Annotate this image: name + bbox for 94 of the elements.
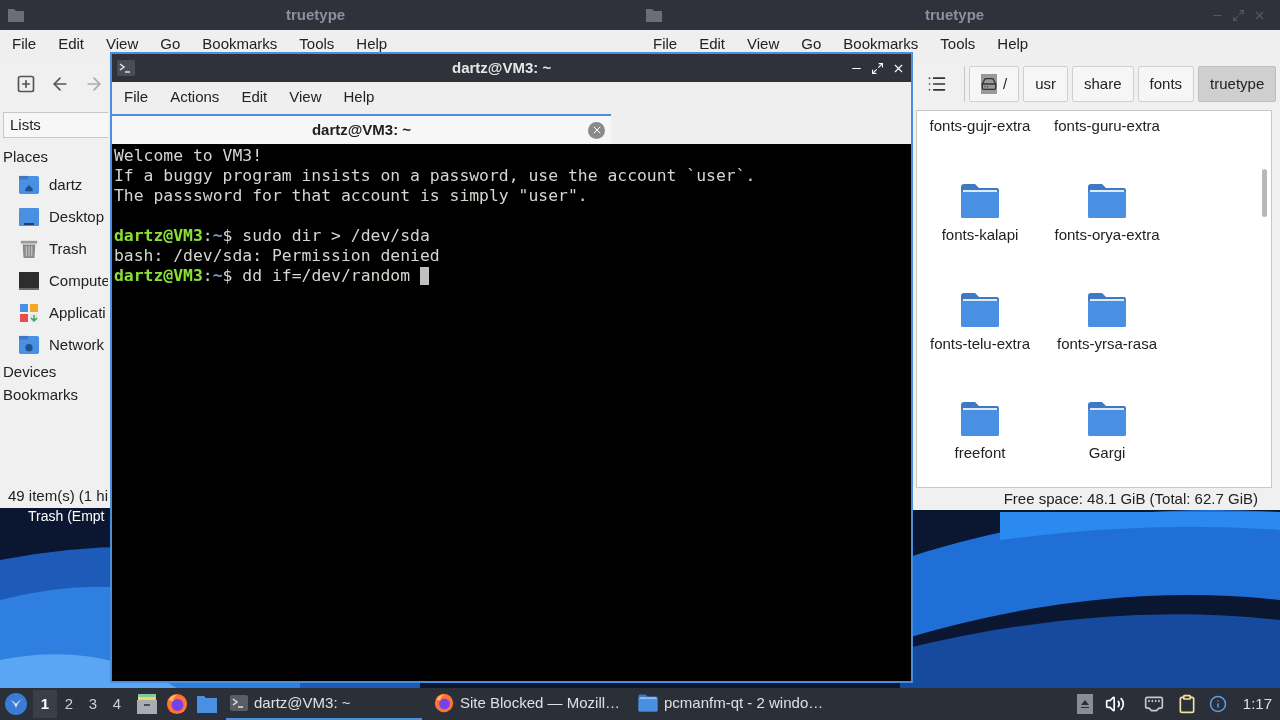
sidebar-item[interactable]: Desktop	[3, 201, 108, 233]
sidebar-item[interactable]: Trash	[3, 233, 108, 265]
task-button[interactable]: pcmanfm-qt - 2 windo…	[634, 688, 830, 720]
task-button[interactable]: dartz@VM3: ~	[226, 688, 422, 720]
workspace-button[interactable]: 4	[105, 690, 129, 718]
menu-item[interactable]: Actions	[159, 85, 231, 109]
menu-item[interactable]: Bookmarks	[832, 32, 930, 56]
maximize-icon[interactable]	[871, 61, 884, 75]
notification-icon[interactable]	[1208, 695, 1227, 713]
sidebar-item[interactable]: dartz	[3, 169, 108, 201]
terminal-icon	[230, 695, 248, 711]
scrollbar-thumb[interactable]	[1262, 169, 1267, 217]
status-text: Free space: 48.1 GiB (Total: 62.7 GiB)	[1002, 488, 1259, 509]
drive-icon	[981, 74, 997, 94]
folder-icon	[8, 8, 24, 22]
menu-item[interactable]: View	[278, 85, 333, 109]
folder-icon	[1087, 292, 1127, 328]
terminal-line: bash: /dev/sda: Permission denied	[114, 246, 441, 266]
folder-item[interactable]: fonts-yrsa-rasa	[1043, 251, 1171, 360]
menu-item[interactable]: Edit	[47, 32, 96, 56]
start-menu-icon[interactable]	[4, 692, 28, 716]
task-button[interactable]: Site Blocked — Mozill…	[430, 688, 626, 720]
terminal-line: dartz@VM3:~$ dd if=/dev/random	[114, 266, 412, 286]
workspace-button[interactable]: 2	[57, 690, 81, 718]
trash-icon	[19, 238, 39, 260]
menu-item[interactable]: File	[642, 32, 689, 56]
terminal-line: Welcome to VM3!	[114, 146, 264, 166]
folder-item[interactable]: fonts-orya-extra	[1043, 142, 1171, 251]
window-title: dartz@VM3: ~	[452, 57, 552, 78]
path-button[interactable]: fonts	[1137, 66, 1195, 102]
sidebar-section[interactable]: Devices	[3, 361, 108, 384]
applications-icon	[19, 303, 39, 323]
menu-item[interactable]: Go	[790, 32, 833, 56]
window-title: truetype	[925, 4, 985, 25]
menu-item[interactable]: View	[736, 32, 791, 56]
menu-item[interactable]: File	[113, 85, 160, 109]
menu-item[interactable]: View	[95, 32, 150, 56]
folder-name[interactable]: fonts-guru-extra	[1054, 116, 1160, 136]
terminal-tab[interactable]: dartz@VM3: ~	[112, 114, 611, 144]
folder-icon	[638, 694, 658, 712]
folder-icon	[960, 401, 1000, 437]
desktop-icon	[18, 207, 40, 227]
menu-item[interactable]: Help	[986, 32, 1040, 56]
network-icon[interactable]	[1142, 694, 1165, 714]
path-button[interactable]: share	[1072, 66, 1134, 102]
path-button[interactable]: usr	[1023, 66, 1068, 102]
workspace-button[interactable]: 1	[33, 690, 57, 718]
new-tab-icon[interactable]	[16, 74, 36, 94]
file-cabinet-icon[interactable]	[136, 693, 158, 715]
menu-item[interactable]: Edit	[688, 32, 737, 56]
menu-item[interactable]: Help	[345, 32, 399, 56]
folder-item[interactable]: Gargi	[1043, 360, 1171, 469]
folder-icon	[960, 183, 1000, 219]
folder-icon	[1087, 183, 1127, 219]
firefox-icon	[434, 693, 454, 713]
folder-icon[interactable]	[196, 694, 218, 714]
menu-item[interactable]: Tools	[288, 32, 346, 56]
menu-item[interactable]: Edit	[230, 85, 279, 109]
firefox-icon	[166, 693, 188, 715]
sidebar-section[interactable]: Bookmarks	[3, 384, 108, 407]
folder-item[interactable]: freefont	[917, 360, 1043, 469]
menu-item[interactable]: Help	[332, 85, 386, 109]
folder-icon	[1087, 401, 1127, 437]
terminal-icon	[117, 60, 135, 76]
folder-icon	[646, 8, 662, 22]
menu-item[interactable]: File	[1, 32, 48, 56]
sidebar-item[interactable]: Network	[3, 329, 108, 361]
sidebar-section[interactable]: Places	[3, 146, 108, 169]
menu-item[interactable]: Tools	[929, 32, 987, 56]
folder-item[interactable]: fonts-kalapi	[917, 142, 1043, 251]
close-tab-icon[interactable]	[588, 121, 605, 139]
status-text: 49 item(s) (1 hi	[7, 485, 108, 506]
menu-item[interactable]: Bookmarks	[191, 32, 289, 56]
side-pane-selector[interactable]: Lists	[3, 112, 108, 138]
folder-icon	[960, 292, 1000, 328]
workspace-button[interactable]: 3	[81, 690, 105, 718]
terminal-line: The passsword for that account is simply "user".	[114, 186, 589, 206]
home-folder-icon	[18, 175, 40, 195]
window-title: truetype	[286, 4, 346, 25]
menu-item[interactable]: Go	[149, 32, 192, 56]
folder-item[interactable]: fonts-telu-extra	[917, 251, 1043, 360]
network-folder-icon	[18, 335, 40, 355]
volume-icon[interactable]	[1104, 694, 1125, 714]
folder-name[interactable]: fonts-gujr-extra	[929, 116, 1031, 136]
clock[interactable]: 1:17	[1242, 692, 1272, 716]
path-button[interactable]: /	[969, 66, 1020, 102]
terminal-line: dartz@VM3:~$ sudo dir > /dev/sda	[114, 226, 430, 246]
desktop-icon-label[interactable]: Trash (Empt	[28, 508, 105, 524]
sidebar-item[interactable]: Applicati	[3, 297, 108, 329]
view-list-icon[interactable]	[927, 74, 947, 94]
monitor-icon	[18, 271, 40, 291]
eject-icon[interactable]	[1076, 694, 1093, 714]
terminal-line: If a buggy program insists on a password, use the account `user`.	[114, 166, 757, 186]
path-button[interactable]: truetype	[1198, 66, 1277, 102]
